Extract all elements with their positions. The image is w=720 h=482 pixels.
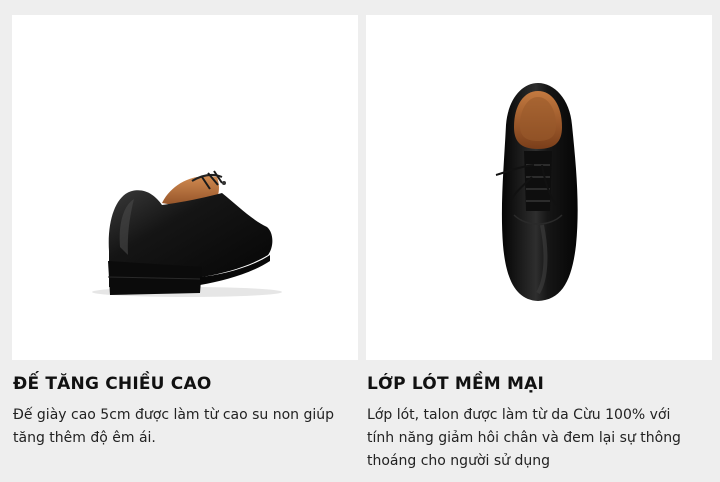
shoe-rear-view-icon (92, 170, 282, 297)
feature-card-lining: LỚP LÓT MỀM MẠI Lớp lót, talon được làm … (366, 15, 712, 473)
shoe-top-view-image (366, 15, 712, 360)
feature-title: ĐẾ TĂNG CHIỀU CAO (13, 374, 212, 394)
feature-description: Lớp lót, talon được làm từ da Cừu 100% v… (367, 407, 681, 469)
feature-card-heel: ĐẾ TĂNG CHIỀU CAO Đế giày cao 5cm được l… (12, 15, 358, 450)
shoe-top-view-icon (495, 83, 578, 301)
shoe-rear-view-image (12, 15, 358, 360)
feature-description: Đế giày cao 5cm được làm từ cao su non g… (13, 407, 335, 446)
feature-title: LỚP LÓT MỀM MẠI (367, 374, 545, 394)
